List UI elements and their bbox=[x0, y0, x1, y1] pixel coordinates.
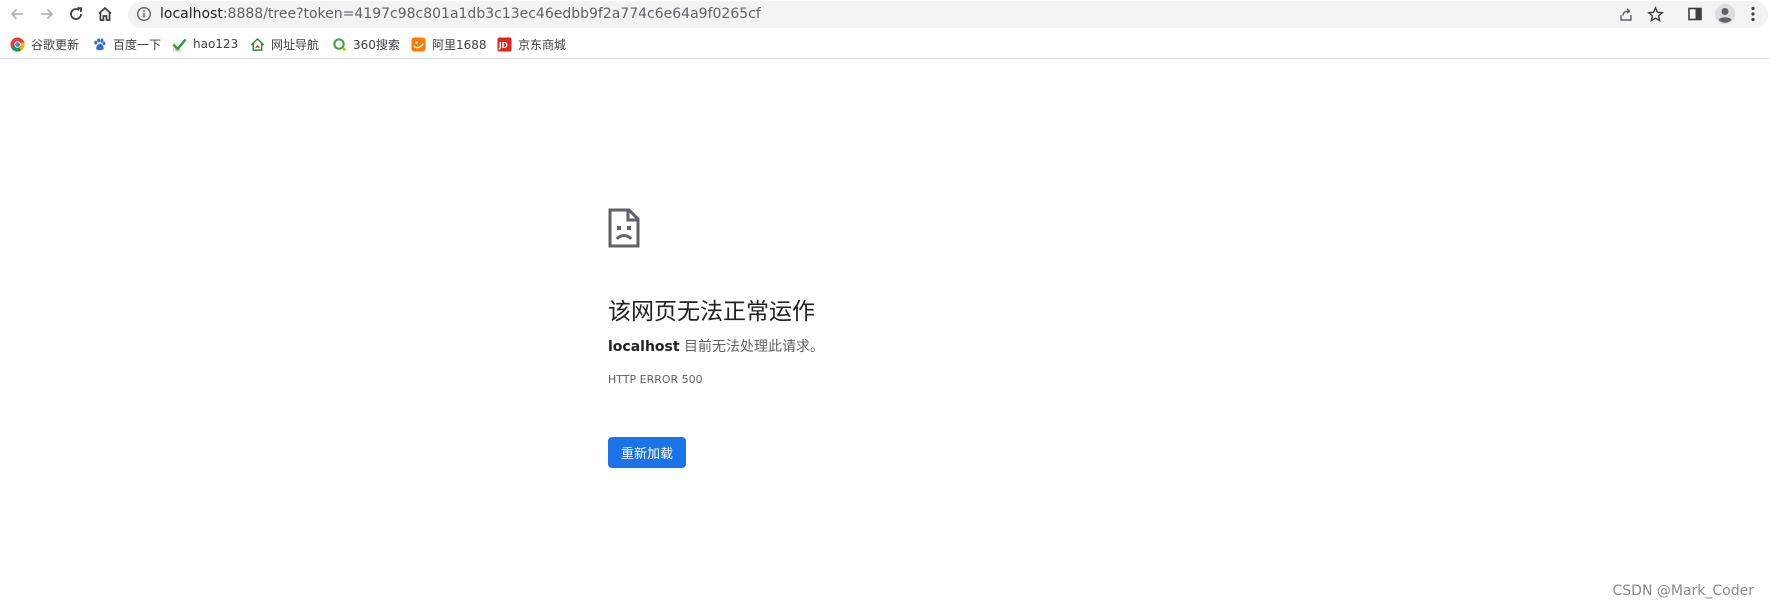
info-icon[interactable] bbox=[136, 6, 152, 22]
bookmark-item[interactable]: 百度一下 bbox=[92, 34, 161, 54]
360-search-icon bbox=[332, 37, 347, 52]
error-description: localhost 目前无法处理此请求。 bbox=[608, 336, 824, 356]
svg-text:hao: hao bbox=[173, 47, 182, 51]
home-icon[interactable] bbox=[94, 3, 116, 25]
bookmark-label: 谷歌更新 bbox=[31, 37, 80, 52]
bookmark-item[interactable]: 阿里1688 bbox=[411, 34, 487, 54]
menu-dots-icon[interactable] bbox=[1744, 5, 1762, 23]
browser-toolbar: localhost:8888/tree?token=4197c98c801a1d… bbox=[0, 0, 1770, 29]
bookmark-label: 网址导航 bbox=[271, 37, 320, 52]
jd-icon: JD bbox=[497, 36, 512, 52]
baidu-paw-icon bbox=[92, 37, 107, 52]
svg-text:JD: JD bbox=[498, 40, 508, 49]
chrome-icon bbox=[10, 36, 25, 52]
bookmark-label: 360搜索 bbox=[353, 37, 400, 52]
bookmark-label: 阿里1688 bbox=[432, 37, 487, 52]
sad-document-icon bbox=[608, 208, 640, 248]
bookmark-item[interactable]: 360搜索 bbox=[332, 34, 400, 54]
bookmark-item[interactable]: 网址导航 bbox=[250, 34, 319, 54]
error-title: 该网页无法正常运作 bbox=[608, 299, 815, 325]
url-text: localhost:8888/tree?token=4197c98c801a1d… bbox=[160, 1, 761, 28]
bookmark-label: hao123 bbox=[193, 37, 239, 51]
reload-icon[interactable] bbox=[65, 3, 87, 25]
url-host: localhost bbox=[160, 6, 223, 22]
back-arrow-icon[interactable] bbox=[6, 3, 28, 25]
profile-avatar-icon[interactable] bbox=[1714, 3, 1736, 25]
error-message: 目前无法处理此请求。 bbox=[679, 339, 825, 355]
forward-arrow-icon[interactable] bbox=[36, 3, 58, 25]
house-icon bbox=[250, 37, 265, 52]
bookmark-item[interactable]: JD 京东商城 bbox=[497, 34, 566, 54]
share-icon[interactable] bbox=[1617, 5, 1635, 23]
star-icon[interactable] bbox=[1646, 5, 1664, 23]
bookmarks-bar: 谷歌更新 百度一下 hao hao123 网址导航 360搜索 阿里1688 J… bbox=[0, 30, 1770, 59]
address-bar[interactable]: localhost:8888/tree?token=4197c98c801a1d… bbox=[128, 1, 1768, 28]
reload-button[interactable]: 重新加载 bbox=[608, 437, 686, 468]
bookmark-item[interactable]: hao hao123 bbox=[172, 34, 238, 54]
watermark: CSDN @Mark_Coder bbox=[1612, 583, 1754, 599]
url-path: :8888/tree?token=4197c98c801a1db3c13ec46… bbox=[222, 6, 761, 22]
alibaba-1688-icon bbox=[411, 36, 426, 52]
bookmark-label: 百度一下 bbox=[113, 37, 162, 52]
bookmark-item[interactable]: 谷歌更新 bbox=[10, 34, 79, 54]
hao123-icon: hao bbox=[172, 37, 187, 53]
error-code: HTTP ERROR 500 bbox=[608, 373, 703, 386]
error-host: localhost bbox=[608, 339, 680, 355]
bookmark-label: 京东商城 bbox=[518, 37, 567, 52]
side-panel-icon[interactable] bbox=[1686, 5, 1704, 23]
